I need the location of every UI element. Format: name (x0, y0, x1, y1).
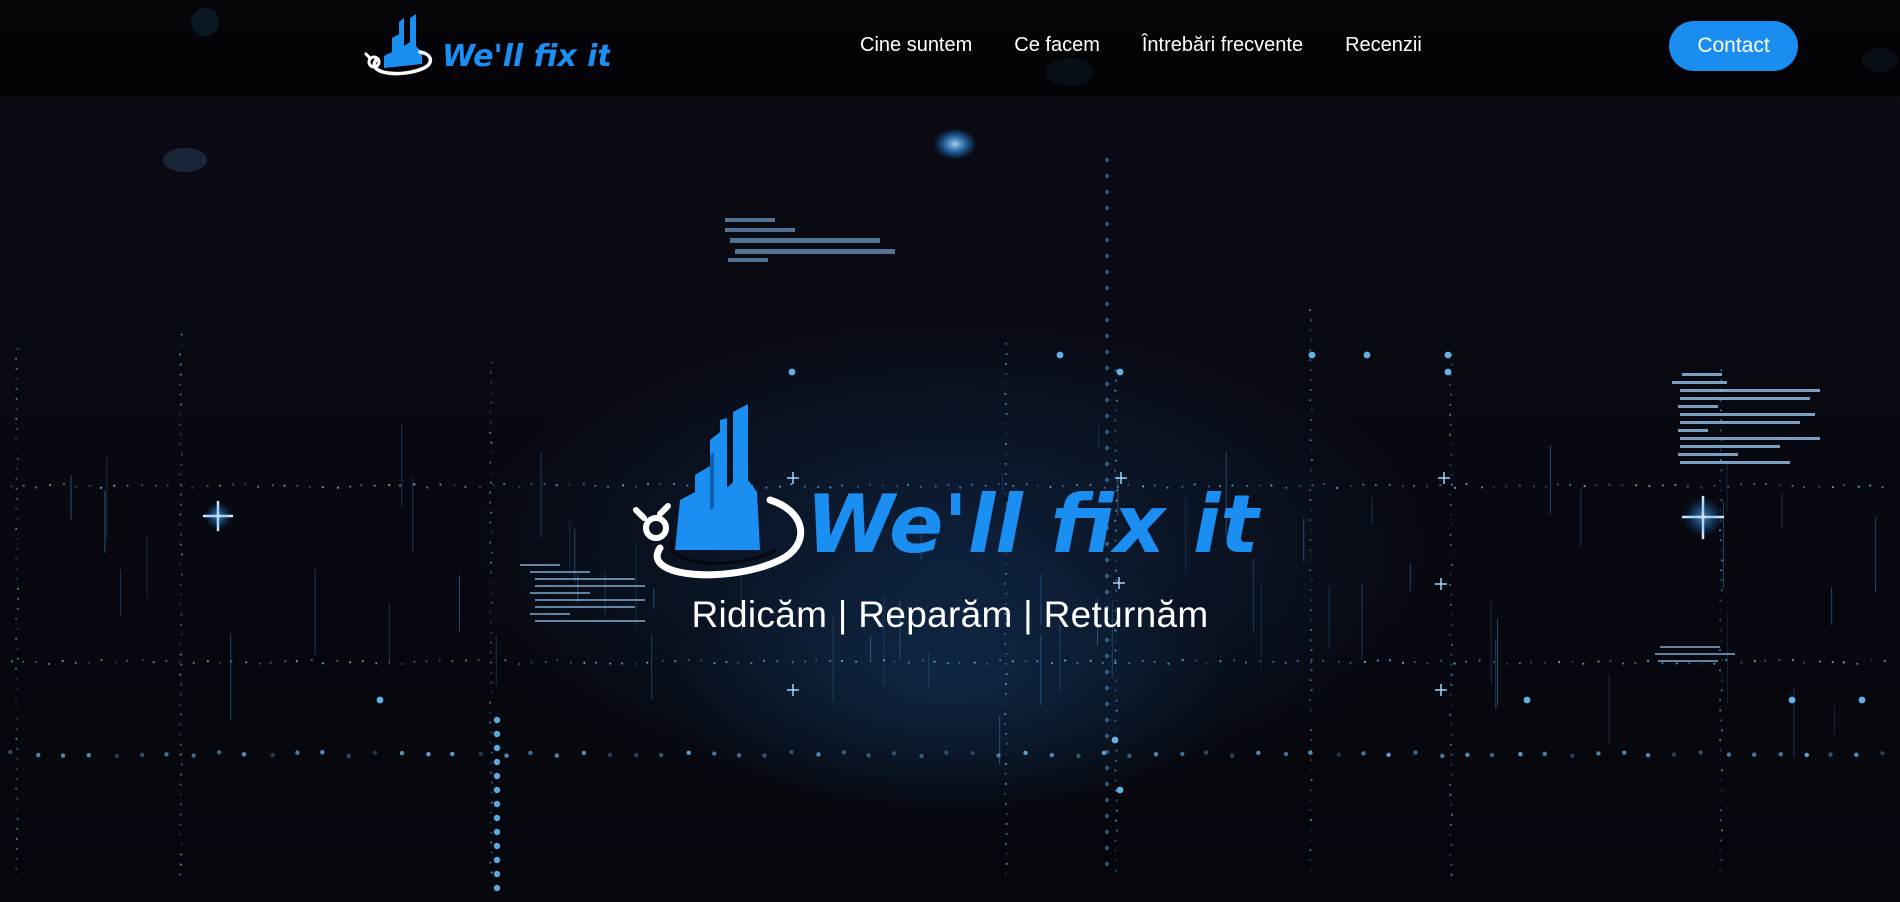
nav-link-cine-suntem[interactable]: Cine suntem (860, 32, 972, 58)
brand-logo[interactable]: We'll fix it (360, 10, 610, 82)
hero-logo-text: We'll fix it (806, 478, 1261, 571)
building-icon (384, 14, 422, 68)
main-nav: Cine suntem Ce facem Întrebări frecvente… (860, 32, 1422, 58)
nav-link-recenzii[interactable]: Recenzii (1345, 32, 1422, 58)
brand-logo-text: We'll fix it (442, 39, 610, 74)
hero-logo: We'll fix it (633, 404, 1261, 579)
hero-tagline: Ridicăm | Reparăm | Returnăm (691, 594, 1209, 635)
hero-building-icon (675, 404, 760, 550)
contact-button[interactable]: Contact (1669, 21, 1798, 71)
page: We'll fix it Cine suntem Ce facem Întreb… (0, 0, 1900, 902)
nav-link-ce-facem[interactable]: Ce facem (1014, 32, 1100, 58)
nav-link-intrebari-frecvente[interactable]: Întrebări frecvente (1142, 32, 1303, 58)
top-navbar: We'll fix it Cine suntem Ce facem Întreb… (0, 0, 1900, 96)
